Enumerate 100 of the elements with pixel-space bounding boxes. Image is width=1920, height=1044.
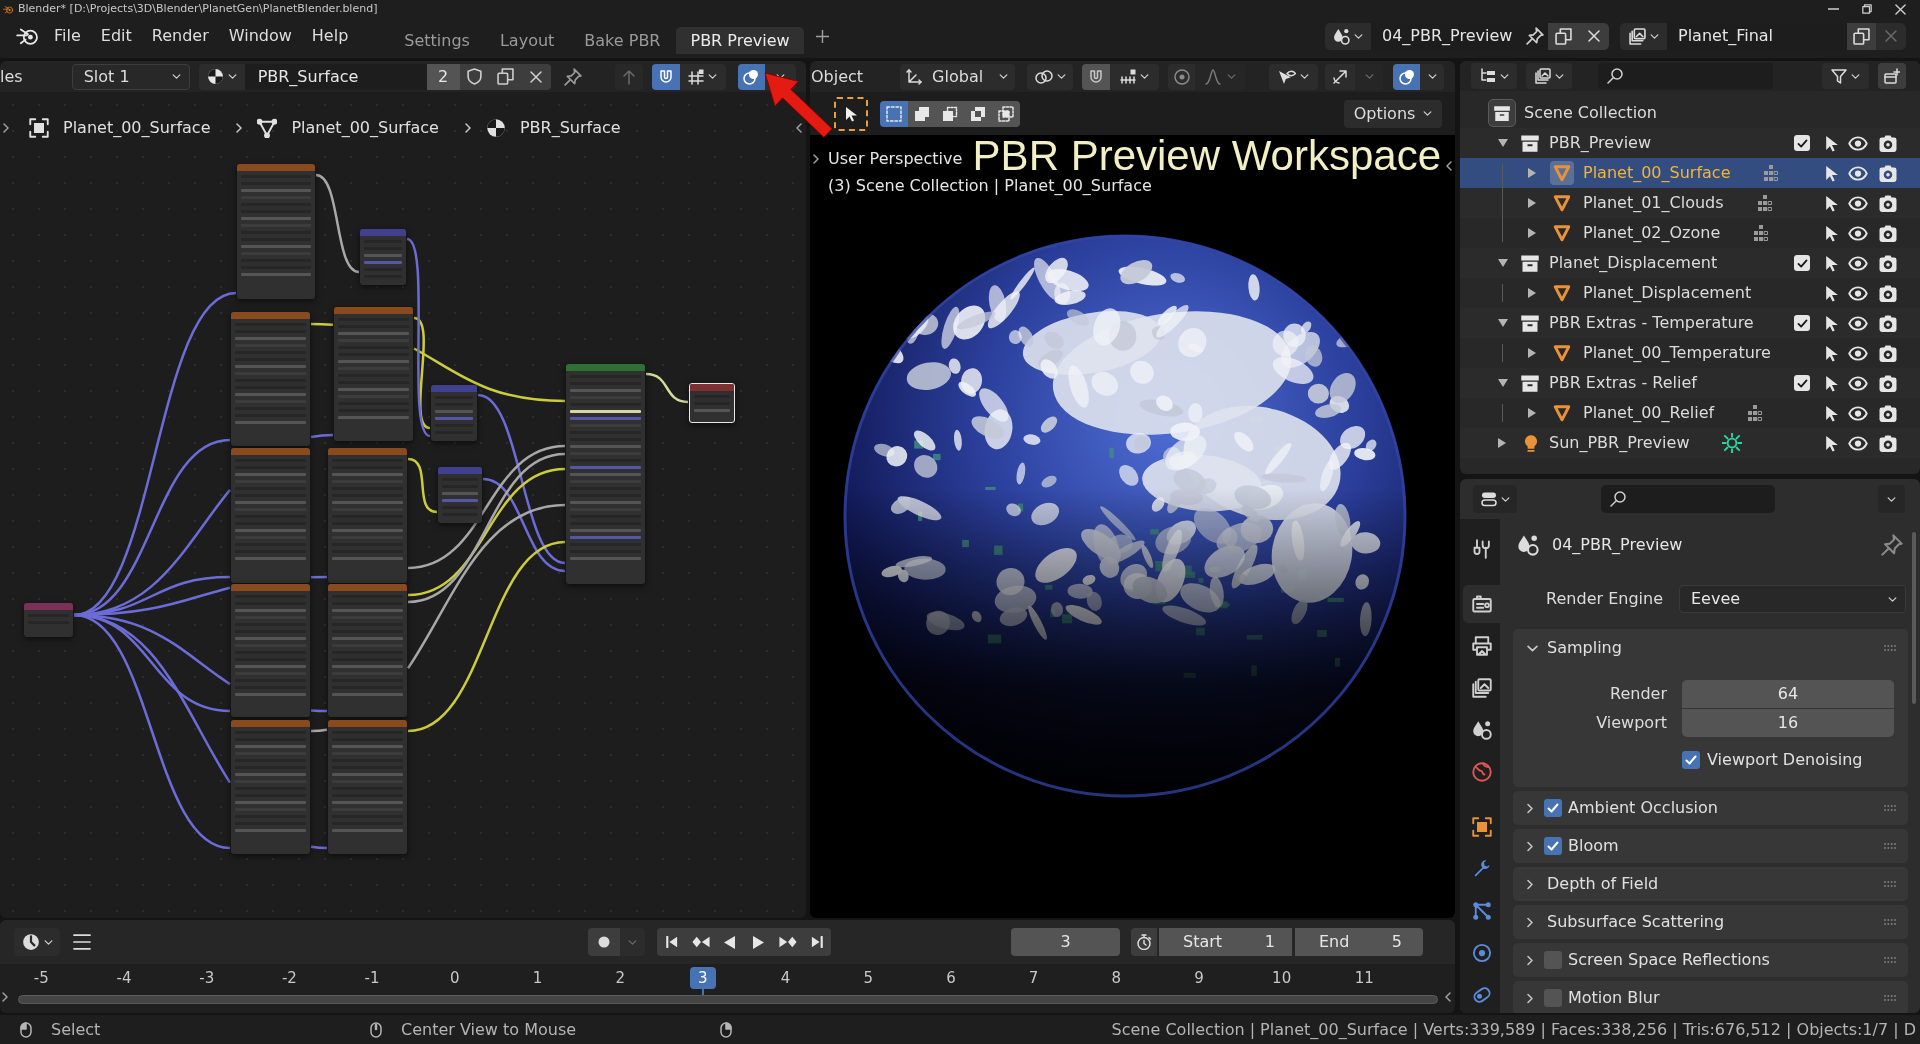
image-texture-node-drawing[interactable] bbox=[334, 307, 413, 441]
drag-handle-icon[interactable] bbox=[1884, 645, 1896, 651]
duplicate-button[interactable] bbox=[1847, 22, 1876, 50]
uv-map-node-drawing[interactable] bbox=[24, 603, 73, 637]
slot-dropdown[interactable]: Slot 1 bbox=[71, 63, 190, 90]
menu-item[interactable]: Render bbox=[141, 22, 219, 50]
camera-icon[interactable] bbox=[1878, 224, 1898, 242]
checkbox[interactable] bbox=[1794, 135, 1810, 151]
image-texture-node-drawing[interactable] bbox=[237, 164, 315, 299]
image-texture-node-drawing[interactable] bbox=[328, 584, 407, 717]
drag-handle-icon[interactable] bbox=[1884, 881, 1896, 887]
render-engine-dropdown[interactable]: Eevee bbox=[1679, 585, 1906, 613]
display-mode-dropdown[interactable] bbox=[1526, 63, 1572, 89]
bump-node-drawing[interactable] bbox=[360, 229, 406, 285]
panel-title[interactable]: Ambient Occlusion bbox=[1568, 796, 1718, 820]
overlay-toggle[interactable] bbox=[1393, 63, 1421, 90]
properties-tab[interactable] bbox=[1463, 585, 1500, 623]
drag-handle-icon[interactable] bbox=[1884, 805, 1896, 811]
view-layer-selector[interactable] bbox=[1620, 22, 1667, 50]
workspace-tab[interactable]: Settings bbox=[390, 27, 484, 54]
snap-toggle[interactable] bbox=[651, 63, 680, 90]
drag-handle-icon[interactable] bbox=[1884, 843, 1896, 849]
workspace-tab[interactable]: PBR Preview bbox=[676, 27, 804, 54]
disclosure-triangle-icon[interactable] bbox=[1498, 319, 1508, 327]
shader-node-drawing[interactable] bbox=[566, 364, 645, 584]
node-link[interactable] bbox=[413, 316, 431, 430]
visibility-dropdown[interactable] bbox=[1269, 63, 1319, 90]
panel-title[interactable]: Screen Space Reflections bbox=[1568, 948, 1770, 972]
cursor-arrow-icon[interactable] bbox=[1825, 314, 1838, 332]
cursor-arrow-icon[interactable] bbox=[1825, 344, 1838, 362]
disclosure-triangle-icon[interactable] bbox=[1528, 168, 1536, 178]
node-link[interactable] bbox=[477, 393, 566, 565]
number-field[interactable]: 16 bbox=[1682, 709, 1894, 737]
current-frame-field[interactable]: 3 bbox=[1011, 928, 1120, 956]
select-mode-button[interactable] bbox=[992, 100, 1020, 127]
image-texture-node-drawing[interactable] bbox=[231, 584, 310, 717]
cursor-arrow-icon[interactable] bbox=[1825, 374, 1838, 392]
eye-icon[interactable] bbox=[1848, 405, 1868, 421]
eye-icon[interactable] bbox=[1848, 165, 1868, 181]
bump-node-drawing[interactable] bbox=[438, 467, 482, 523]
panel-title[interactable]: Motion Blur bbox=[1568, 986, 1660, 1010]
disclosure-triangle-icon[interactable] bbox=[1528, 288, 1536, 298]
menu-icon[interactable] bbox=[72, 934, 92, 950]
output-node-drawing[interactable] bbox=[689, 383, 735, 423]
panel-title[interactable]: Depth of Field bbox=[1547, 872, 1659, 896]
node-link[interactable] bbox=[310, 845, 327, 850]
add-workspace-icon[interactable] bbox=[815, 29, 829, 43]
outliner-item-label[interactable]: Scene Collection bbox=[1524, 101, 1657, 125]
chevron-right-icon[interactable] bbox=[1527, 802, 1533, 814]
editor-type-dropdown[interactable] bbox=[1473, 485, 1517, 513]
chevron-right-icon[interactable] bbox=[1527, 992, 1533, 1004]
end-frame-field[interactable]: End 5 bbox=[1295, 928, 1423, 956]
menu-item[interactable]: File bbox=[44, 22, 91, 50]
camera-icon[interactable] bbox=[1878, 194, 1898, 212]
chevron-right-icon[interactable] bbox=[2, 992, 8, 1002]
eye-icon[interactable] bbox=[1848, 195, 1868, 211]
drag-handle-icon[interactable] bbox=[1884, 919, 1896, 925]
search-field[interactable] bbox=[1598, 63, 1773, 89]
user-count[interactable]: 2 bbox=[426, 63, 460, 90]
outliner-item-label[interactable]: PBR_Preview bbox=[1549, 131, 1652, 155]
select-mode-button[interactable] bbox=[908, 100, 936, 127]
squares-grid-icon[interactable] bbox=[1763, 164, 1780, 182]
timeline-scrollbar[interactable] bbox=[18, 995, 1438, 1004]
frame-indicator[interactable]: 3 bbox=[690, 967, 716, 989]
node-link[interactable] bbox=[73, 291, 237, 617]
outliner-row[interactable]: Planet_00_Surface bbox=[1460, 158, 1920, 188]
outliner-item-label[interactable]: Sun_PBR_Preview bbox=[1549, 431, 1690, 455]
chevron-left-icon[interactable] bbox=[1446, 161, 1452, 171]
snap-element-dropdown[interactable] bbox=[1110, 63, 1160, 90]
disclosure-triangle-icon[interactable] bbox=[1528, 228, 1536, 238]
drag-handle-icon[interactable] bbox=[1884, 957, 1896, 963]
new-collection-button[interactable] bbox=[1878, 63, 1906, 89]
chevron-right-icon[interactable] bbox=[1527, 954, 1533, 966]
overlay-toggle[interactable] bbox=[737, 63, 765, 90]
chevron-right-icon[interactable] bbox=[1527, 878, 1533, 890]
node-link[interactable] bbox=[482, 477, 566, 573]
snap-toggle[interactable] bbox=[1082, 63, 1111, 90]
node-link[interactable] bbox=[315, 173, 360, 274]
record-button[interactable] bbox=[588, 928, 620, 956]
node-link[interactable] bbox=[406, 503, 566, 669]
bump-node-drawing[interactable] bbox=[431, 385, 477, 441]
outliner-item-label[interactable]: Planet_02_Ozone bbox=[1583, 221, 1721, 245]
workspace-tab[interactable]: Layout bbox=[485, 27, 569, 54]
material-browse-button[interactable] bbox=[198, 63, 245, 90]
chevron-right-icon[interactable] bbox=[1527, 840, 1533, 852]
squares-grid-icon[interactable] bbox=[1747, 404, 1764, 422]
pin-icon[interactable] bbox=[1526, 27, 1544, 45]
outliner-item-label[interactable]: Planet_Displacement bbox=[1583, 281, 1752, 305]
node-link[interactable] bbox=[407, 457, 438, 514]
node-link[interactable] bbox=[407, 444, 566, 570]
fake-user-button[interactable] bbox=[459, 63, 490, 90]
menu-item[interactable]: Window bbox=[218, 22, 302, 50]
camera-icon[interactable] bbox=[1878, 254, 1898, 272]
node-link[interactable] bbox=[311, 728, 328, 733]
pin-icon[interactable] bbox=[563, 67, 582, 86]
disclosure-triangle-icon[interactable] bbox=[1498, 139, 1508, 147]
node-link[interactable] bbox=[73, 613, 232, 784]
image-texture-node-drawing[interactable] bbox=[231, 312, 310, 446]
duplicate-button[interactable] bbox=[1548, 22, 1579, 50]
material-name-field[interactable]: PBR_Surface bbox=[244, 63, 427, 90]
